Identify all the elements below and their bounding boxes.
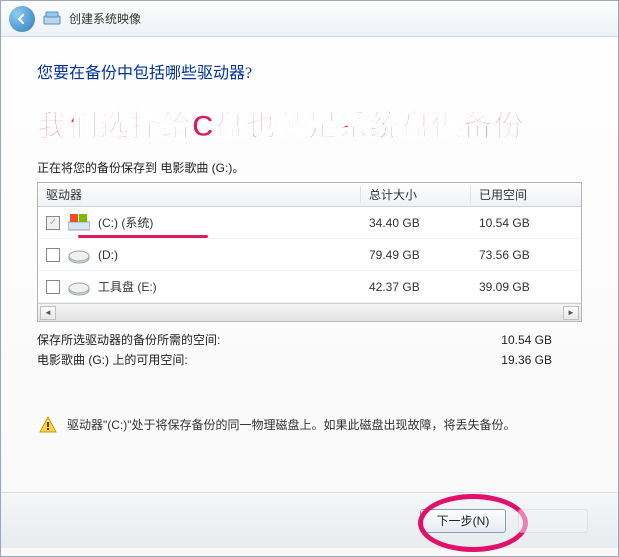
drive-label: (C:) (系统): [98, 214, 153, 231]
drive-total: 42.37 GB: [361, 280, 471, 294]
drive-checkbox[interactable]: [46, 248, 60, 262]
drive-used: 39.09 GB: [471, 280, 581, 294]
drive-checkbox: ✓: [46, 216, 60, 230]
available-space-label: 电影歌曲 (G:) 上的可用空间:: [37, 350, 188, 370]
drive-used: 73.56 GB: [471, 248, 581, 262]
hdd-icon: [68, 278, 90, 296]
drive-total: 79.49 GB: [361, 248, 471, 262]
required-space-value: 10.54 GB: [501, 330, 552, 350]
button-bar: 下一步(N): [1, 492, 618, 548]
windows-drive-icon: [68, 214, 90, 232]
app-icon: [43, 10, 61, 28]
window-title: 创建系统映像: [69, 10, 141, 27]
drive-label: 工具盘 (E:): [98, 278, 157, 295]
titlebar: 创建系统映像: [1, 1, 618, 37]
scroll-left-icon[interactable]: ◄: [40, 306, 56, 320]
horizontal-scrollbar[interactable]: ◄ ►: [38, 303, 581, 321]
next-button[interactable]: 下一步(N): [420, 509, 506, 533]
warning-box: 驱动器"(C:)"处于将保存备份的同一物理磁盘上。如果此磁盘出现故障，将丢失备份…: [37, 416, 582, 434]
warning-icon: [39, 416, 57, 434]
col-header-used[interactable]: 已用空间: [471, 186, 581, 203]
heading-question: 您要在备份中包括哪些驱动器?: [37, 59, 582, 83]
scroll-right-icon[interactable]: ►: [563, 306, 579, 320]
save-destination-label: 正在将您的备份保存到 电影歌曲 (G:)。: [37, 159, 582, 176]
table-header: 驱动器 总计大小 已用空间: [38, 183, 581, 207]
required-space-label: 保存所选驱动器的备份所需的空间:: [37, 330, 220, 350]
back-button[interactable]: [9, 6, 35, 32]
table-row[interactable]: (D:) 79.49 GB 73.56 GB: [38, 239, 581, 271]
drive-total: 34.40 GB: [361, 216, 471, 230]
drive-checkbox[interactable]: [46, 280, 60, 294]
table-row[interactable]: 工具盘 (E:) 42.37 GB 39.09 GB: [38, 271, 581, 303]
disabled-button-placeholder: [518, 509, 588, 533]
annotation-overlay: 我们选择给C盘也就是系统盘做备份: [37, 101, 582, 145]
drive-label: (D:): [98, 248, 118, 262]
drive-table: 驱动器 总计大小 已用空间 ✓ (C: [37, 182, 582, 322]
available-space-value: 19.36 GB: [501, 350, 552, 370]
summary-block: 保存所选驱动器的备份所需的空间: 10.54 GB 电影歌曲 (G:) 上的可用…: [37, 330, 582, 370]
back-arrow-icon: [16, 13, 28, 25]
table-body: ✓ (C:) (系统) 34.40 GB 10.54 GB: [38, 207, 581, 303]
dialog-window: 创建系统映像 您要在备份中包括哪些驱动器? 我们选择给C盘也就是系统盘做备份 正…: [0, 0, 619, 557]
warning-text: 驱动器"(C:)"处于将保存备份的同一物理磁盘上。如果此磁盘出现故障，将丢失备份…: [67, 416, 516, 434]
hdd-icon: [68, 246, 90, 264]
annotation-underline: [78, 235, 208, 238]
col-header-total[interactable]: 总计大小: [361, 186, 471, 203]
col-header-drive[interactable]: 驱动器: [38, 186, 361, 203]
content-area: 您要在备份中包括哪些驱动器? 我们选择给C盘也就是系统盘做备份 正在将您的备份保…: [1, 37, 618, 434]
drive-used: 10.54 GB: [471, 216, 581, 230]
